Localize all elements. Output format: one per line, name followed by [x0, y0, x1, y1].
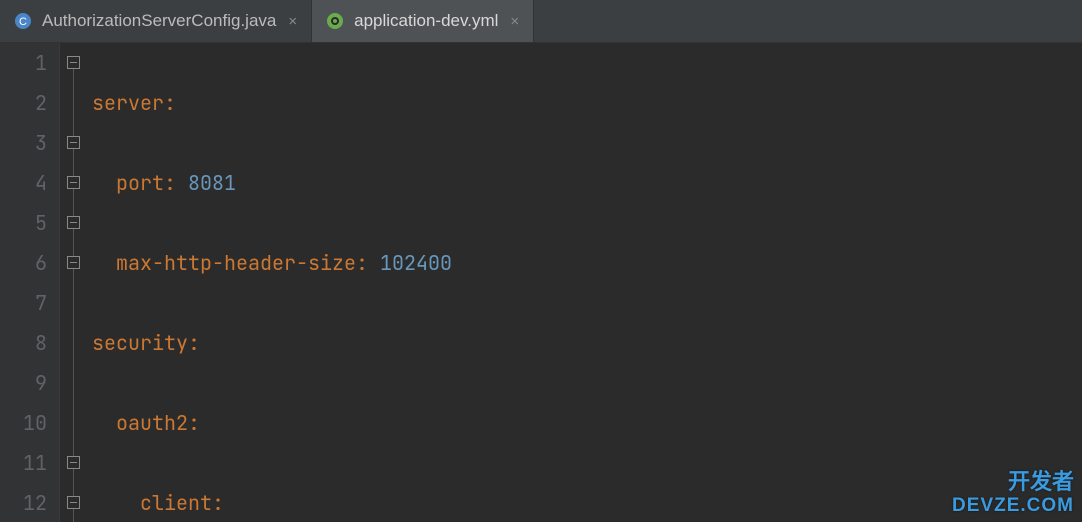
fold-toggle-icon[interactable] [67, 456, 80, 469]
code-line: max-http-header-size: 102400 [92, 243, 1082, 283]
line-number: 11 [0, 443, 47, 483]
line-number: 5 [0, 203, 47, 243]
code-line: security: [92, 323, 1082, 363]
class-icon: C [14, 12, 32, 30]
line-number-gutter: 1 2 3 4 5 6 7 8 9 10 11 12 [0, 43, 60, 522]
fold-toggle-icon[interactable] [67, 256, 80, 269]
close-icon[interactable]: × [286, 13, 297, 30]
line-number: 8 [0, 323, 47, 363]
fold-toggle-icon[interactable] [67, 216, 80, 229]
yaml-icon [326, 12, 344, 30]
line-number: 9 [0, 363, 47, 403]
code-area[interactable]: server: port: 8081 max-http-header-size:… [88, 43, 1082, 522]
tab-yaml-file[interactable]: application-dev.yml × [312, 0, 534, 42]
line-number: 2 [0, 83, 47, 123]
line-number: 4 [0, 163, 47, 203]
code-editor[interactable]: 1 2 3 4 5 6 7 8 9 10 11 12 server: port:… [0, 43, 1082, 522]
line-number: 7 [0, 283, 47, 323]
tab-bar: C AuthorizationServerConfig.java × appli… [0, 0, 1082, 43]
line-number: 6 [0, 243, 47, 283]
fold-toggle-icon[interactable] [67, 136, 80, 149]
tab-java-file[interactable]: C AuthorizationServerConfig.java × [0, 0, 312, 42]
fold-toggle-icon[interactable] [67, 496, 80, 509]
line-number: 10 [0, 403, 47, 443]
fold-column [60, 43, 88, 522]
fold-toggle-icon[interactable] [67, 56, 80, 69]
code-line: port: 8081 [92, 163, 1082, 203]
tab-label: application-dev.yml [354, 11, 498, 31]
code-line: server: [92, 83, 1082, 123]
tab-label: AuthorizationServerConfig.java [42, 11, 276, 31]
fold-toggle-icon[interactable] [67, 176, 80, 189]
svg-text:C: C [19, 16, 27, 28]
code-line: client: [92, 483, 1082, 522]
line-number: 12 [0, 483, 47, 522]
line-number: 3 [0, 123, 47, 163]
code-line: oauth2: [92, 403, 1082, 443]
close-icon[interactable]: × [508, 13, 519, 30]
line-number: 1 [0, 43, 47, 83]
